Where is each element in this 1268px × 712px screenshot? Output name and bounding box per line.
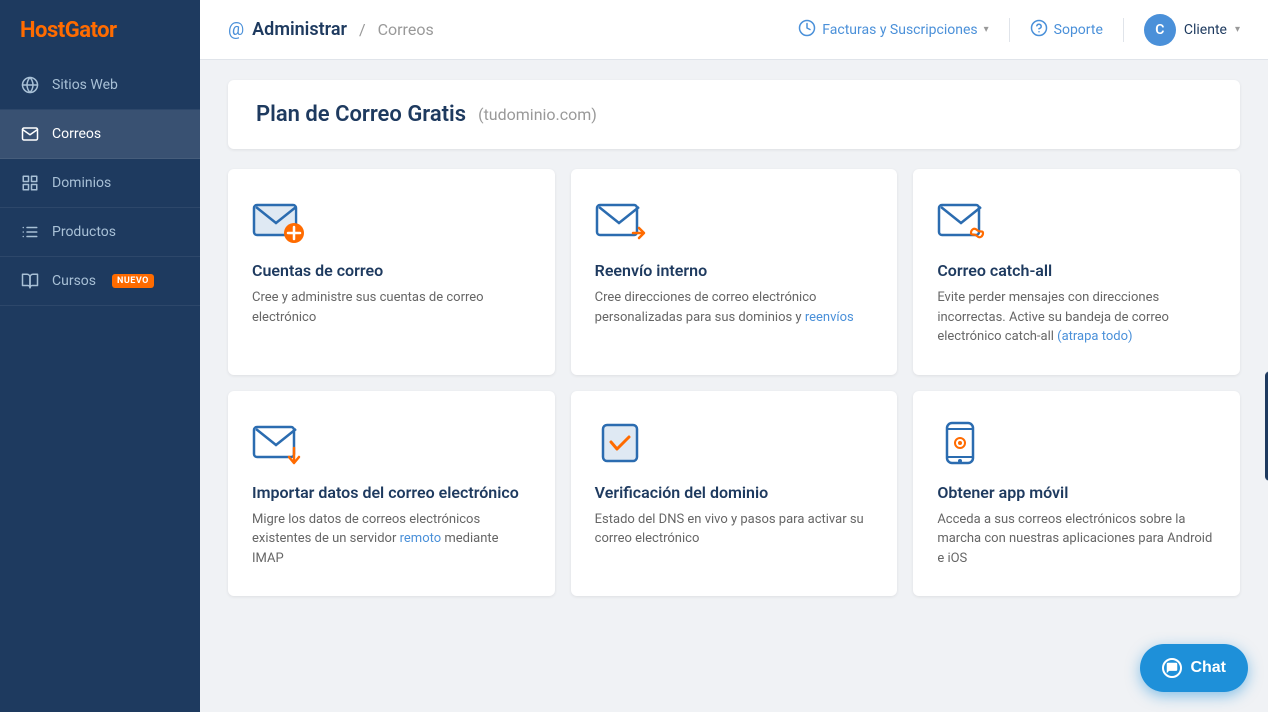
content-area: Plan de Correo Gratis (tudominio.com) xyxy=(200,60,1268,712)
card-desc: Cree y administre sus cuentas de correo … xyxy=(252,288,531,327)
card-verificacion-dominio[interactable]: Verificación del dominio Estado del DNS … xyxy=(571,391,898,597)
client-chevron: ▾ xyxy=(1235,24,1240,35)
card-icon-app xyxy=(937,419,993,467)
plan-domain: (tudominio.com) xyxy=(478,105,597,124)
card-icon-reenvio xyxy=(595,197,651,245)
main-content: @ Administrar / Correos Facturas y Suscr… xyxy=(200,0,1268,712)
header-divider xyxy=(1009,18,1010,42)
card-title: Reenvío interno xyxy=(595,261,874,280)
card-importar-datos[interactable]: Importar datos del correo electrónico Mi… xyxy=(228,391,555,597)
support-label: Soporte xyxy=(1054,22,1103,38)
list-icon xyxy=(20,222,40,242)
billing-button[interactable]: Facturas y Suscripciones ▾ xyxy=(798,19,988,41)
card-icon-cuentas xyxy=(252,197,308,245)
logo-text: HostGator xyxy=(20,18,117,43)
chat-label: Chat xyxy=(1190,659,1226,677)
at-icon: @ xyxy=(228,19,244,40)
sidebar-item-correos[interactable]: Correos xyxy=(0,110,200,159)
card-icon-catchall xyxy=(937,197,993,245)
card-desc: Estado del DNS en vivo y pasos para acti… xyxy=(595,510,874,549)
card-obtener-app[interactable]: Obtener app móvil Acceda a sus correos e… xyxy=(913,391,1240,597)
breadcrumb-separator: / xyxy=(359,20,366,39)
logo: HostGator xyxy=(0,0,200,61)
billing-icon xyxy=(798,19,816,41)
sidebar-item-label: Productos xyxy=(52,224,116,240)
sidebar-item-label: Cursos xyxy=(52,273,96,289)
grid-icon xyxy=(20,173,40,193)
card-catchall[interactable]: Correo catch-all Evite perder mensajes c… xyxy=(913,169,1240,375)
card-icon-importar xyxy=(252,419,308,467)
breadcrumb-current: Correos xyxy=(378,20,434,39)
card-title: Correo catch-all xyxy=(937,261,1216,280)
chat-bubble-icon xyxy=(1162,658,1182,678)
sidebar-item-label: Sitios Web xyxy=(52,77,118,93)
remoto-link[interactable]: remoto xyxy=(400,531,442,546)
cards-grid: Cuentas de correo Cree y administre sus … xyxy=(228,169,1240,596)
card-icon-verificacion xyxy=(595,419,651,467)
plan-header: Plan de Correo Gratis (tudominio.com) xyxy=(228,80,1240,149)
card-desc: Acceda a sus correos electrónicos sobre … xyxy=(937,510,1216,569)
card-reenvio-interno[interactable]: Reenvío interno Cree direcciones de corr… xyxy=(571,169,898,375)
breadcrumb-main: Administrar xyxy=(252,19,347,40)
billing-chevron: ▾ xyxy=(984,24,989,35)
sidebar-item-dominios[interactable]: Dominios xyxy=(0,159,200,208)
sidebar-item-label: Dominios xyxy=(52,175,111,191)
sidebar-item-cursos[interactable]: Cursos NUEVO xyxy=(0,257,200,306)
book-icon xyxy=(20,271,40,291)
plan-title: Plan de Correo Gratis xyxy=(256,102,466,127)
sidebar: HostGator Sitios Web Correos xyxy=(0,0,200,712)
atrapa-todo-link[interactable]: (atrapa todo) xyxy=(1057,329,1132,344)
sidebar-nav: Sitios Web Correos Dominios xyxy=(0,61,200,712)
breadcrumb: @ Administrar / Correos xyxy=(228,19,798,40)
card-title: Importar datos del correo electrónico xyxy=(252,483,531,502)
card-desc: Cree direcciones de correo electrónico p… xyxy=(595,288,874,327)
header-divider2 xyxy=(1123,18,1124,42)
client-label: Cliente xyxy=(1184,22,1227,38)
support-icon xyxy=(1030,19,1048,41)
card-title: Obtener app móvil xyxy=(937,483,1216,502)
globe-icon xyxy=(20,75,40,95)
mail-icon xyxy=(20,124,40,144)
header-actions: Facturas y Suscripciones ▾ Soporte C Cli… xyxy=(798,14,1240,46)
card-desc: Evite perder mensajes con direcciones in… xyxy=(937,288,1216,347)
sidebar-item-sitios-web[interactable]: Sitios Web xyxy=(0,61,200,110)
nuevo-badge: NUEVO xyxy=(112,274,154,288)
card-cuentas-correo[interactable]: Cuentas de correo Cree y administre sus … xyxy=(228,169,555,375)
reenvios-link[interactable]: reenvíos xyxy=(805,310,854,325)
avatar: C xyxy=(1144,14,1176,46)
chat-button[interactable]: Chat xyxy=(1140,644,1248,692)
card-desc: Migre los datos de correos electrónicos … xyxy=(252,510,531,569)
support-button[interactable]: Soporte xyxy=(1030,19,1103,41)
sidebar-item-productos[interactable]: Productos xyxy=(0,208,200,257)
card-title: Cuentas de correo xyxy=(252,261,531,280)
client-menu[interactable]: C Cliente ▾ xyxy=(1144,14,1240,46)
card-title: Verificación del dominio xyxy=(595,483,874,502)
sidebar-item-label: Correos xyxy=(52,126,101,142)
billing-label: Facturas y Suscripciones xyxy=(822,22,977,38)
header: @ Administrar / Correos Facturas y Suscr… xyxy=(200,0,1268,60)
